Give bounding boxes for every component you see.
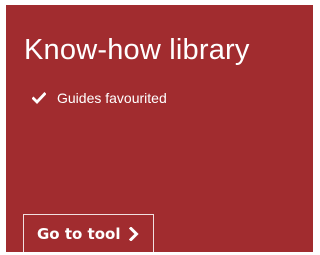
feature-item-guides-favourited: Guides favourited bbox=[32, 89, 167, 107]
know-how-library-card: Know-how library Guides favourited Go to… bbox=[6, 5, 313, 252]
feature-label: Guides favourited bbox=[57, 90, 167, 106]
card-title: Know-how library bbox=[24, 34, 250, 66]
chevron-right-icon bbox=[129, 226, 140, 241]
go-to-tool-label: Go to tool bbox=[37, 224, 121, 243]
check-icon bbox=[32, 92, 46, 104]
go-to-tool-button[interactable]: Go to tool bbox=[23, 214, 155, 252]
